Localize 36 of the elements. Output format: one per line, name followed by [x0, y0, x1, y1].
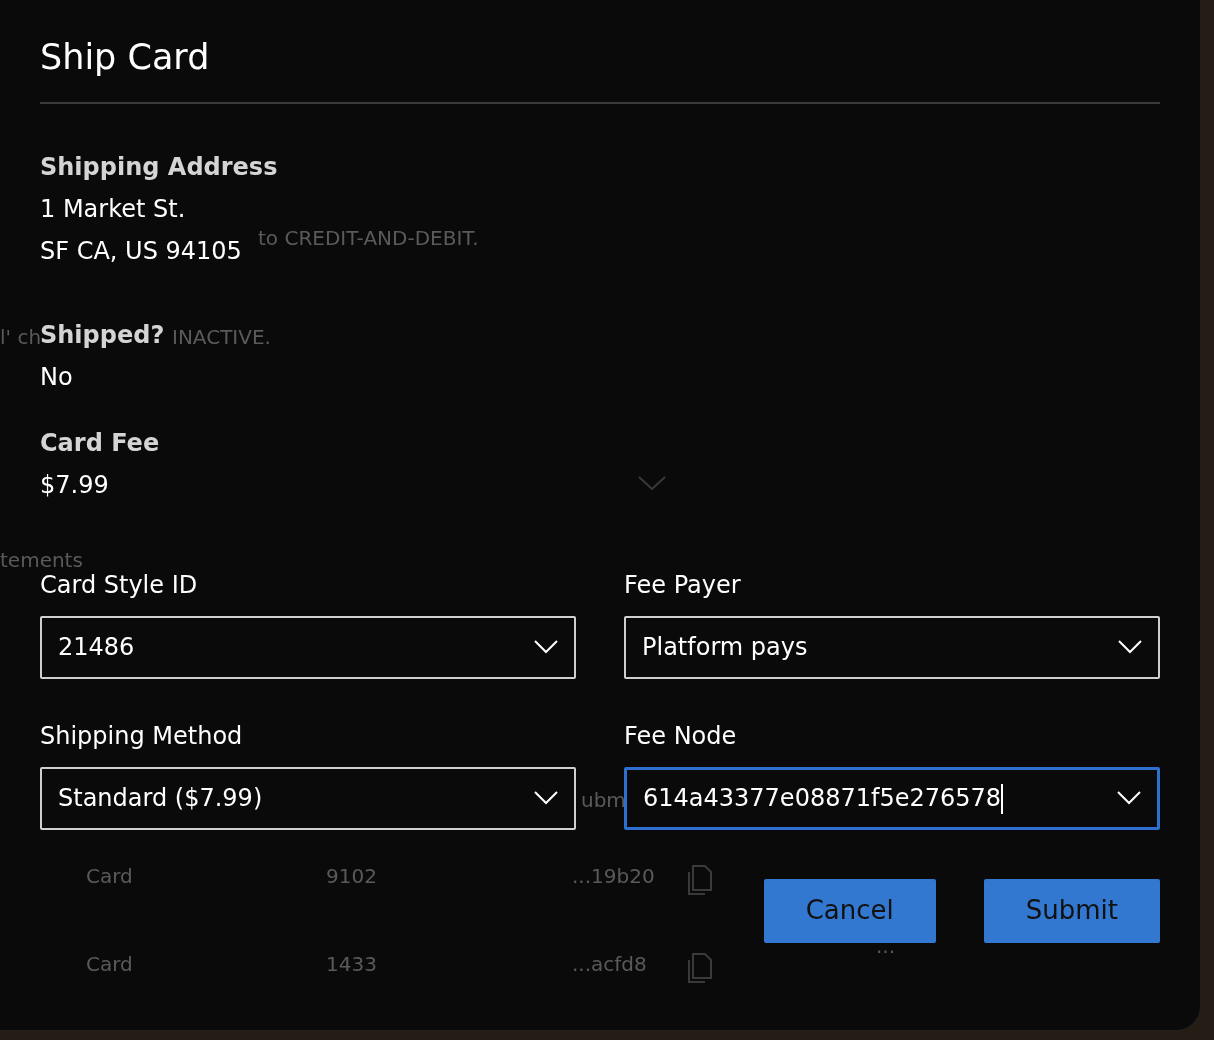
background-text: 1433 — [326, 954, 377, 974]
field-label: Fee Payer — [624, 571, 741, 600]
chevron-down-icon — [1117, 791, 1141, 806]
background-text: Card — [86, 866, 133, 886]
field-label: Shipping Method — [40, 721, 243, 751]
background-text: ...19b20 — [572, 866, 655, 886]
select-field[interactable]: Standard ($7.99) — [40, 766, 576, 830]
chevron-down-icon — [534, 791, 558, 806]
field-value: SF CA, US 94105 — [40, 236, 242, 267]
select-field[interactable]: 21486 — [40, 615, 576, 679]
background-text: tements — [0, 550, 83, 570]
copy-icon — [685, 864, 715, 896]
copy-icon — [685, 952, 715, 984]
field-value: No — [40, 362, 73, 393]
field-value: $7.99 — [40, 470, 109, 501]
dialog-title: Ship Card — [40, 36, 211, 78]
cancel-button[interactable]: Cancel — [763, 878, 936, 943]
field-label: Shipped? — [40, 320, 165, 351]
background-text: ...acfd8 — [572, 954, 647, 974]
field-label: Fee Node — [624, 721, 737, 751]
background-text: to CREDIT-AND-DEBIT. — [258, 228, 479, 248]
chevron-down-icon — [534, 640, 558, 655]
background-text: Card — [86, 954, 133, 974]
background-text: ubm — [581, 790, 626, 810]
background-text: l' ch — [0, 327, 42, 347]
background-text: INACTIVE. — [172, 327, 271, 347]
background-text: 9102 — [326, 866, 377, 886]
chevron-down-icon — [1118, 640, 1142, 655]
submit-button[interactable]: Submit — [983, 878, 1160, 943]
background-text: ··· — [876, 942, 896, 962]
field-label: Card Style ID — [40, 571, 198, 600]
field-label: Shipping Address — [40, 152, 278, 183]
field-label: Card Fee — [40, 428, 160, 459]
field-value: 1 Market St. — [40, 194, 186, 225]
select-field[interactable]: Platform pays — [624, 615, 1160, 679]
select-field[interactable]: 614a43377e08871f5e276578 — [624, 766, 1160, 830]
